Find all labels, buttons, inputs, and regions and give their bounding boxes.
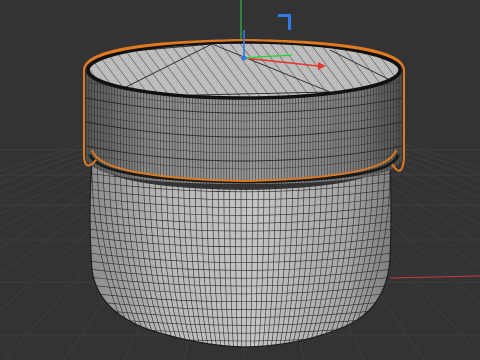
wire-line bbox=[88, 42, 91, 98]
wire-line bbox=[410, 30, 470, 110]
wire-line bbox=[450, 30, 480, 110]
wire-line bbox=[20, 30, 80, 110]
wire-line bbox=[399, 42, 400, 98]
wire-line bbox=[0, 30, 20, 110]
wire-line bbox=[460, 30, 480, 110]
wire-line bbox=[0, 30, 40, 110]
wire-line bbox=[10, 30, 70, 110]
3d-viewport[interactable] bbox=[0, 0, 480, 360]
world-x-axis bbox=[389, 275, 480, 279]
wire-line bbox=[430, 30, 480, 110]
wire-line bbox=[0, 30, 10, 110]
wire-line bbox=[0, 30, 50, 110]
gizmo-center-handle[interactable] bbox=[241, 55, 247, 61]
gizmo-plane-handle[interactable] bbox=[278, 14, 291, 30]
wire-line bbox=[0, 30, 30, 110]
viewport-canvas[interactable] bbox=[0, 0, 480, 360]
wire-line bbox=[0, 30, 60, 110]
wire-line bbox=[420, 30, 480, 110]
wire-line bbox=[440, 30, 480, 110]
jar-body-surface[interactable] bbox=[90, 160, 391, 347]
